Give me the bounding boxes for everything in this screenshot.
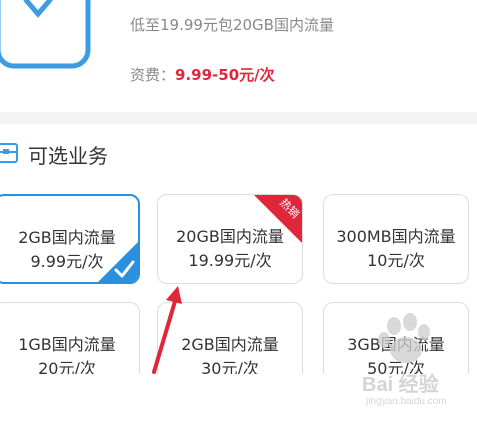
package-fee: 资费：9.99-50元/次	[130, 64, 275, 85]
service-option-3gb[interactable]: 3GB国内流量 50元/次	[323, 302, 469, 376]
page-bottom	[0, 374, 477, 423]
selected-check-icon	[98, 242, 138, 282]
package-summary-card: 低至19.99元包20GB国内流量 资费：9.99-50元/次	[0, 0, 477, 112]
service-option-1gb[interactable]: 1GB国内流量 20元/次	[0, 302, 140, 376]
hot-sale-badge: 热销	[254, 195, 302, 243]
fee-value: 9.99-50元/次	[175, 66, 275, 84]
option-price: 10元/次	[367, 251, 425, 270]
data-package-icon	[0, 0, 91, 69]
fee-label: 资费：	[130, 66, 176, 84]
option-name: 2GB国内流量	[181, 335, 279, 354]
section-title: 可选业务	[28, 144, 108, 168]
service-option-20gb[interactable]: 20GB国内流量 19.99元/次 热销	[157, 194, 303, 284]
optional-services-header: 可选业务	[0, 124, 477, 186]
briefcase-icon	[0, 143, 18, 163]
service-option-2gb[interactable]: 2GB国内流量 9.99元/次	[0, 194, 140, 284]
service-option-300mb[interactable]: 300MB国内流量 10元/次	[323, 194, 469, 284]
option-price: 50元/次	[367, 359, 425, 376]
option-name: 300MB国内流量	[336, 227, 456, 246]
option-price: 20元/次	[38, 359, 96, 376]
section-divider	[0, 112, 477, 124]
service-options-grid: 2GB国内流量 9.99元/次 20GB国内流量 19.99元/次 热销 300…	[0, 186, 477, 376]
option-price: 30元/次	[201, 359, 259, 376]
service-option-2gb-30[interactable]: 2GB国内流量 30元/次	[157, 302, 303, 376]
package-description: 低至19.99元包20GB国内流量	[130, 16, 334, 34]
option-name: 3GB国内流量	[347, 335, 445, 354]
option-name: 1GB国内流量	[18, 335, 116, 354]
option-price: 19.99元/次	[188, 251, 272, 270]
